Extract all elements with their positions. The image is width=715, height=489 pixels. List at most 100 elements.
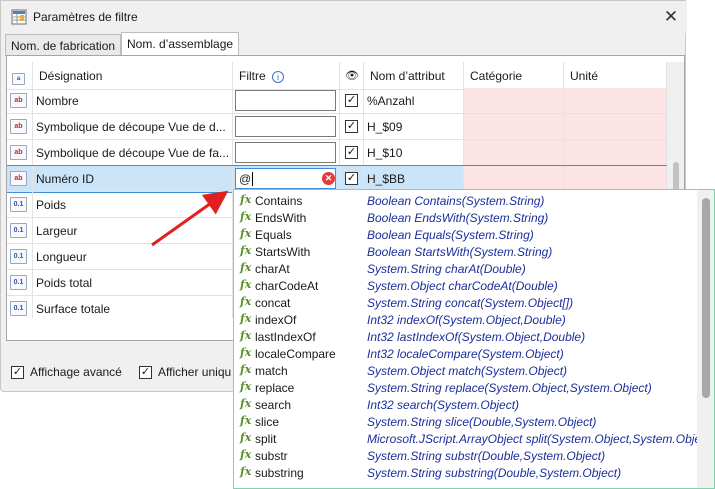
text-attribute-icon: ab xyxy=(10,145,27,160)
designation-cell: Poids total xyxy=(33,270,233,296)
autocomplete-item[interactable]: fx charCodeAt System.Object charCodeAt(Dou… xyxy=(234,277,696,294)
function-icon: fx xyxy=(240,414,252,427)
header-visibility[interactable]: 👁 xyxy=(340,62,364,90)
function-icon: fx xyxy=(240,210,252,223)
number-attribute-icon: 0.1 xyxy=(10,275,27,290)
category-cell[interactable] xyxy=(464,140,564,166)
afficher-unique-label: Afficher uniqu xyxy=(158,365,232,379)
tab-nom-assemblage[interactable]: Nom. d’assemblage xyxy=(121,32,240,56)
unit-cell[interactable] xyxy=(564,140,667,166)
text-attribute-icon: ab xyxy=(10,93,27,108)
number-attribute-icon: 0.1 xyxy=(10,223,27,238)
autocomplete-item[interactable]: fx StartsWith Boolean StartsWith(System.St… xyxy=(234,243,696,260)
designation-cell: Longueur xyxy=(33,244,233,270)
autocomplete-item[interactable]: fx substring System.String substring(Doubl… xyxy=(234,464,696,481)
header-unite[interactable]: Unité xyxy=(564,62,667,90)
filter-input[interactable] xyxy=(235,116,336,137)
function-icon: fx xyxy=(240,363,252,376)
designation-cell: Largeur xyxy=(33,218,233,244)
function-icon: fx xyxy=(240,227,252,240)
header-filtre-label: Filtre xyxy=(239,69,266,83)
attribute-name-cell: H_$09 xyxy=(364,114,464,140)
function-icon: fx xyxy=(240,329,252,342)
function-icon: fx xyxy=(240,448,252,461)
visible-checkbox[interactable]: ✓ xyxy=(345,146,358,159)
autocomplete-popup[interactable]: fx Contains Boolean Contains(System.String… xyxy=(233,189,715,489)
attribute-name-cell: %Anzahl xyxy=(364,88,464,114)
autocomplete-item[interactable]: fx lastIndexOf Int32 lastIndexOf(System.Ob… xyxy=(234,328,696,345)
function-icon: fx xyxy=(240,397,252,410)
autocomplete-item[interactable]: fx localeCompare Int32 localeCompare(Syste… xyxy=(234,345,696,362)
header-filtre[interactable]: Filtre i xyxy=(233,62,340,90)
number-attribute-icon: 0.1 xyxy=(10,249,27,264)
clear-error-icon[interactable]: ✕ xyxy=(322,172,335,185)
autocomplete-item[interactable]: fx charAt System.String charAt(Double) xyxy=(234,260,696,277)
category-cell[interactable] xyxy=(464,88,564,114)
table-row[interactable]: ab Nombre ✓ %Anzahl xyxy=(7,88,677,114)
filter-input[interactable] xyxy=(235,90,336,111)
visible-checkbox[interactable]: ✓ xyxy=(345,120,358,133)
autocomplete-item[interactable]: fx replace System.String replace(System.Ob… xyxy=(234,379,696,396)
filter-input[interactable] xyxy=(235,142,336,163)
title-bar: Paramètres de filtre ✕ xyxy=(1,1,687,33)
visible-checkbox[interactable]: ✓ xyxy=(345,94,358,107)
designation-cell: Poids xyxy=(33,192,233,218)
header-designation[interactable]: Désignation xyxy=(33,62,233,90)
autocomplete-item[interactable]: fx slice System.String slice(Double,System… xyxy=(234,413,696,430)
affichage-avance-checkbox[interactable]: ✓ xyxy=(11,365,24,379)
eye-icon: 👁 xyxy=(345,70,359,82)
affichage-avance-option[interactable]: ✓ Affichage avancé xyxy=(11,365,122,379)
visible-checkbox[interactable]: ✓ xyxy=(345,172,358,185)
unit-cell[interactable] xyxy=(564,114,667,140)
afficher-unique-checkbox[interactable]: ✓ xyxy=(139,365,152,379)
text-attribute-icon: ab xyxy=(10,119,27,134)
designation-cell: Surface totale xyxy=(33,296,233,318)
filter-table-icon xyxy=(11,9,27,25)
info-icon[interactable]: i xyxy=(272,71,285,83)
table-row[interactable]: ab Symbolique de découpe Vue de fa... ✓ … xyxy=(7,140,677,166)
designation-cell: Symbolique de découpe Vue de fa... xyxy=(33,140,233,166)
designation-cell: Numéro ID xyxy=(33,166,233,192)
close-button[interactable]: ✕ xyxy=(659,5,683,29)
autocomplete-item[interactable]: fx split Microsoft.JScript.ArrayObject spl… xyxy=(234,430,714,447)
designation-cell: Symbolique de découpe Vue de d... xyxy=(33,114,233,140)
header-categorie[interactable]: Catégorie xyxy=(464,62,564,90)
autocomplete-item[interactable]: fx search Int32 search(System.Object) xyxy=(234,396,696,413)
afficher-unique-option[interactable]: ✓ Afficher uniqu xyxy=(139,365,231,379)
autocomplete-item[interactable]: fx match System.Object match(System.Object… xyxy=(234,362,696,379)
function-icon: fx xyxy=(240,295,252,308)
autocomplete-item[interactable]: fx EndsWith Boolean EndsWith(System.String… xyxy=(234,209,696,226)
function-icon: fx xyxy=(240,431,252,444)
autocomplete-item[interactable]: fx Contains Boolean Contains(System.String… xyxy=(234,192,696,209)
attribute-name-cell: H_$10 xyxy=(364,140,464,166)
number-attribute-icon: 0.1 xyxy=(10,301,27,316)
designation-cell: Nombre xyxy=(33,88,233,114)
autocomplete-item[interactable]: fx indexOf Int32 indexOf(System.Object,Dou… xyxy=(234,311,696,328)
filter-input-active[interactable]: @ xyxy=(235,168,336,189)
function-icon: fx xyxy=(240,261,252,274)
autocomplete-item[interactable]: fx concat System.String concat(System.Obje… xyxy=(234,294,696,311)
tab-nom-fabrication[interactable]: Nom. de fabrication xyxy=(5,34,122,56)
function-icon: fx xyxy=(240,346,252,359)
function-icon: fx xyxy=(240,380,252,393)
autocomplete-scrollbar[interactable] xyxy=(697,190,714,488)
autocomplete-scroll-thumb[interactable] xyxy=(702,198,710,398)
header-nom-attribut[interactable]: Nom d’attribut xyxy=(364,62,464,90)
table-row[interactable]: ab Symbolique de découpe Vue de d... ✓ H… xyxy=(7,114,677,140)
unit-cell[interactable] xyxy=(564,88,667,114)
function-icon: fx xyxy=(240,193,252,206)
affichage-avance-label: Affichage avancé xyxy=(30,365,122,379)
autocomplete-item[interactable]: fx substr System.String substr(Double,Syst… xyxy=(234,447,696,464)
column-type-icon: a xyxy=(12,73,25,85)
text-attribute-icon: ab xyxy=(10,171,27,186)
category-cell[interactable] xyxy=(464,114,564,140)
function-icon: fx xyxy=(240,278,252,291)
filter-input-value: @ xyxy=(239,172,252,186)
function-icon: fx xyxy=(240,312,252,325)
autocomplete-item[interactable]: fx Equals Boolean Equals(System.String) xyxy=(234,226,696,243)
function-icon: fx xyxy=(240,465,252,478)
number-attribute-icon: 0.1 xyxy=(10,197,27,212)
function-icon: fx xyxy=(240,244,252,257)
header-type-column[interactable]: a xyxy=(7,62,33,90)
window-title: Paramètres de filtre xyxy=(33,10,138,24)
